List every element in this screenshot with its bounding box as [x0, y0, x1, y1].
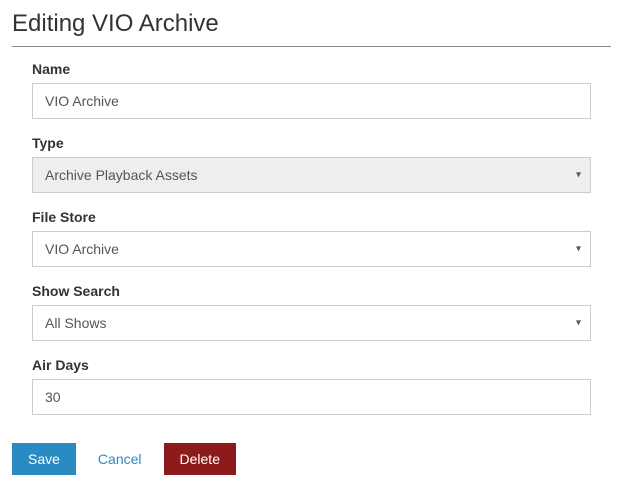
name-label: Name [32, 61, 591, 77]
file-store-select[interactable]: VIO Archive [32, 231, 591, 267]
cancel-button[interactable]: Cancel [86, 443, 154, 475]
type-select[interactable]: Archive Playback Assets [32, 157, 591, 193]
show-search-label: Show Search [32, 283, 591, 299]
field-air-days: Air Days [32, 357, 591, 415]
page-title: Editing VIO Archive [12, 10, 611, 47]
edit-form: Name Type Archive Playback Assets ▾ File… [12, 61, 611, 415]
air-days-input[interactable] [32, 379, 591, 415]
field-name: Name [32, 61, 591, 119]
button-row: Save Cancel Delete [12, 443, 611, 475]
delete-button[interactable]: Delete [164, 443, 236, 475]
air-days-label: Air Days [32, 357, 591, 373]
field-file-store: File Store VIO Archive ▾ [32, 209, 591, 267]
save-button[interactable]: Save [12, 443, 76, 475]
field-type: Type Archive Playback Assets ▾ [32, 135, 591, 193]
name-input[interactable] [32, 83, 591, 119]
field-show-search: Show Search All Shows ▾ [32, 283, 591, 341]
show-search-select[interactable]: All Shows [32, 305, 591, 341]
type-label: Type [32, 135, 591, 151]
file-store-label: File Store [32, 209, 591, 225]
